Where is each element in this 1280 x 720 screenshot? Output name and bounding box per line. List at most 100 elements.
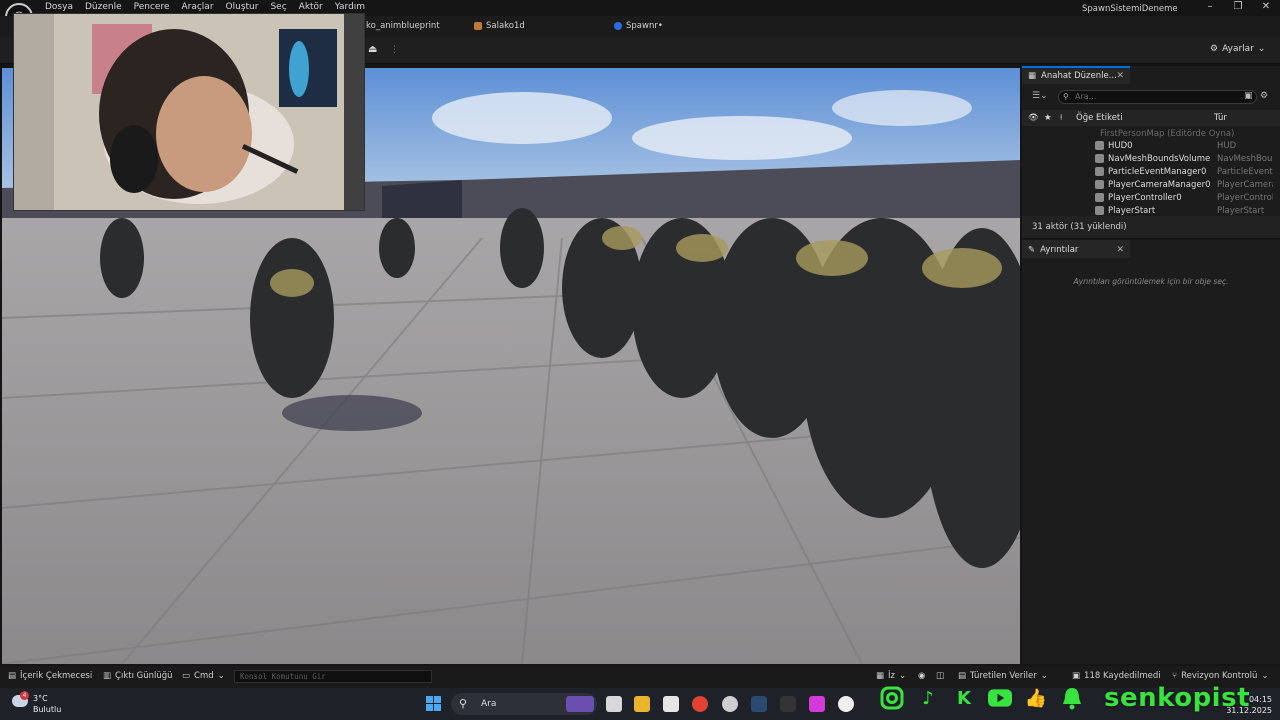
flag-icon xyxy=(1095,206,1104,215)
close-icon[interactable]: ✕ xyxy=(1116,71,1124,81)
outliner-row[interactable]: NavMeshBoundsVolume NavMeshBou xyxy=(1022,153,1280,166)
tab-animblueprint[interactable]: ko_animblueprint xyxy=(366,21,440,31)
details-empty-message: Ayrıntıları görüntülemek için bir obje s… xyxy=(1073,277,1229,286)
task-view-icon[interactable] xyxy=(606,696,622,712)
folder-add-icon[interactable]: ▣ xyxy=(1244,91,1253,101)
outliner-panel: ▦ Anahat Düzenle... ✕ ☰⌄ ⚲ Ara... ⌄ ▣ ⚙ … xyxy=(1022,66,1280,238)
actor-count: 31 aktör (31 yüklendi) xyxy=(1032,222,1127,232)
tab-details[interactable]: ✎ Ayrıntılar ✕ xyxy=(1022,240,1130,258)
tab-label: ko_animblueprint xyxy=(366,21,440,31)
search-placeholder: Ara... xyxy=(1075,92,1097,101)
console-icon: ▭ xyxy=(182,671,191,681)
minimize-button[interactable]: – xyxy=(1200,1,1220,15)
outliner-row[interactable]: HUD0 HUD xyxy=(1022,140,1280,153)
unreal-engine-icon[interactable] xyxy=(838,696,854,712)
save-icon: ▣ xyxy=(1072,671,1081,681)
close-icon[interactable]: ✕ xyxy=(1116,245,1124,255)
bell-icon xyxy=(1060,686,1084,710)
outliner-icon: ▦ xyxy=(1028,71,1037,81)
tab-label: Salako1d xyxy=(486,21,525,31)
widgets-app-icon[interactable] xyxy=(566,696,594,712)
pin-icon[interactable]: ⍿ xyxy=(1060,113,1062,123)
steam-icon[interactable] xyxy=(751,696,767,712)
epic-games-icon[interactable] xyxy=(780,696,796,712)
tab-outliner[interactable]: ▦ Anahat Düzenle... ✕ xyxy=(1022,66,1130,84)
window-title: SpawnSistemiDeneme xyxy=(1082,4,1178,14)
app-icon[interactable] xyxy=(722,696,738,712)
app-icon[interactable] xyxy=(809,696,825,712)
gear-icon: ⚙ xyxy=(1210,44,1219,54)
menu-file[interactable]: Dosya xyxy=(42,2,82,12)
cloud xyxy=(832,90,972,126)
shadow xyxy=(282,395,422,431)
trace-dropdown[interactable]: ▦ İz ⌄ xyxy=(876,671,906,681)
chrome-icon[interactable] xyxy=(692,696,708,712)
kick-icon: K xyxy=(957,687,971,709)
chevron-down-icon: ⌄ xyxy=(899,671,907,681)
search-icon: ⚲ xyxy=(1063,92,1069,101)
revision-control-button[interactable]: ⑂ Revizyon Kontrolü ⌄ xyxy=(1172,671,1269,681)
database-icon: ▤ xyxy=(958,671,967,681)
record-icon[interactable]: ◉ xyxy=(918,671,925,681)
gamepad-icon xyxy=(1095,193,1104,202)
eject-icon[interactable]: ⏏ xyxy=(368,44,382,58)
close-button[interactable]: ✕ xyxy=(1256,1,1276,15)
column-label[interactable]: Öğe Etiketi xyxy=(1076,113,1123,123)
outliner-row[interactable]: PlayerController0 PlayerControll xyxy=(1022,192,1280,205)
level-icon xyxy=(614,22,622,30)
tiktok-icon: ♪ xyxy=(922,687,934,709)
store-icon[interactable] xyxy=(663,696,679,712)
menu-edit[interactable]: Düzenle xyxy=(82,2,131,12)
menu-tools[interactable]: Araçlar xyxy=(178,2,222,12)
gear-icon[interactable]: ⚙ xyxy=(1260,91,1268,101)
menu-bar: Dosya Düzenle Pencere Araçlar Oluştur Se… xyxy=(42,2,374,12)
camera-icon[interactable]: ◫ xyxy=(936,671,944,681)
derived-data-button[interactable]: ▤ Türetilen Veriler ⌄ xyxy=(958,671,1048,681)
menu-actor[interactable]: Aktör xyxy=(296,2,332,12)
unsaved-button[interactable]: ▣ 118 Kaydedilmedi xyxy=(1072,671,1161,681)
restore-button[interactable]: ❐ xyxy=(1228,1,1248,15)
menu-build[interactable]: Oluştur xyxy=(223,2,268,12)
toolbar-more-icon[interactable]: ⋮ xyxy=(390,45,399,55)
menu-window[interactable]: Pencere xyxy=(131,2,179,12)
file-explorer-icon[interactable] xyxy=(634,696,650,712)
menu-select[interactable]: Seç xyxy=(267,2,295,12)
menu-help[interactable]: Yardım xyxy=(332,2,374,12)
eye-icon[interactable]: 👁 xyxy=(1028,113,1039,123)
outliner-search-input[interactable]: ⚲ Ara... ⌄ xyxy=(1058,90,1257,104)
tab-salako1d[interactable]: Salako1d xyxy=(474,21,525,31)
tab-spawner[interactable]: Spawnr• xyxy=(614,21,663,31)
filter-icon[interactable]: ☰⌄ xyxy=(1032,91,1048,101)
instagram-icon xyxy=(880,686,904,710)
search-icon: ⚲ xyxy=(459,697,468,710)
settings-button[interactable]: ⚙ Ayarlar ⌄ xyxy=(1210,44,1265,54)
outliner-header: 👁 ★ ⍿ Öğe Etiketi Tür xyxy=(1022,110,1280,126)
outliner-row[interactable]: PlayerCameraManager0 PlayerCamera xyxy=(1022,179,1280,192)
windows-start-icon[interactable] xyxy=(426,696,441,711)
chevron-down-icon: ⌄ xyxy=(1040,671,1048,681)
notification-badge: 4 xyxy=(20,691,29,700)
temperature: 3°C xyxy=(33,694,48,703)
actor-icon xyxy=(1095,154,1104,163)
webcam-overlay xyxy=(13,13,365,211)
social-overlay: ♪ K 👍 senkopist xyxy=(880,683,1250,713)
outliner-row[interactable]: ParticleEventManager0 ParticleEvent xyxy=(1022,166,1280,179)
chevron-down-icon: ⌄ xyxy=(1261,671,1269,681)
output-log-button[interactable]: ▥ Çıktı Günlüğü xyxy=(103,671,173,681)
settings-label: Ayarlar xyxy=(1222,44,1254,54)
content-drawer-button[interactable]: ▤ İçerik Çekmecesi xyxy=(8,671,92,681)
cmd-dropdown[interactable]: ▭ Cmd ⌄ xyxy=(182,671,225,681)
youtube-icon xyxy=(988,686,1012,710)
actor-icon xyxy=(1095,141,1104,150)
column-type[interactable]: Tür xyxy=(1214,113,1227,123)
cloud xyxy=(632,116,852,160)
star-icon[interactable]: ★ xyxy=(1044,113,1052,123)
chevron-down-icon: ⌄ xyxy=(1257,44,1266,54)
branch-icon: ⑂ xyxy=(1172,671,1178,681)
drawer-icon: ▤ xyxy=(8,671,17,681)
chevron-down-icon: ⌄ xyxy=(217,671,225,681)
tab-label: Anahat Düzenle... xyxy=(1041,71,1117,81)
actor-icon xyxy=(1095,167,1104,176)
trace-icon: ▦ xyxy=(876,671,885,681)
console-command-input[interactable]: Konsol Komutunu Gir xyxy=(234,670,432,683)
